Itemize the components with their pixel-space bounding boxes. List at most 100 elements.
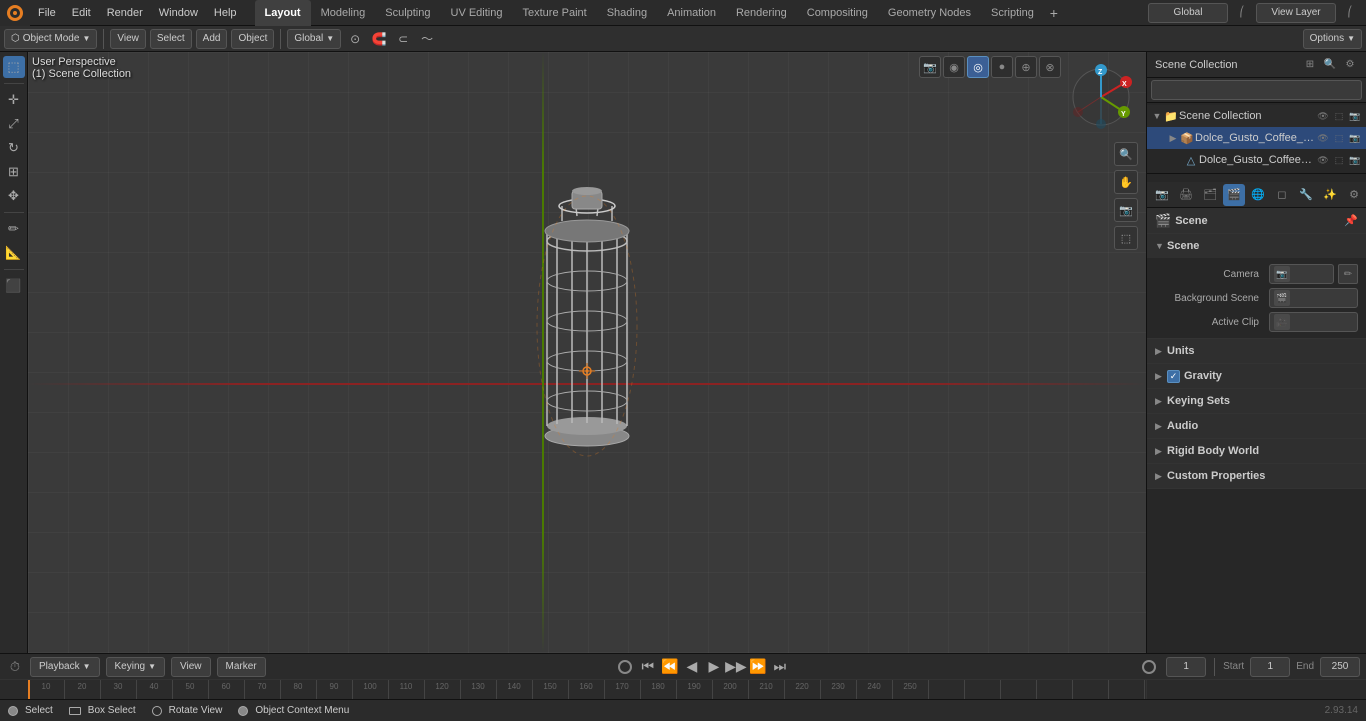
view-menu[interactable]: View [110,29,146,49]
outliner-filter-icon[interactable]: ⊞ [1302,57,1318,73]
add-menu[interactable]: Add [196,29,228,49]
next-keyframe-btn[interactable]: ⏩ [748,657,768,677]
hand-pan-icon[interactable]: ✋ [1114,170,1138,194]
props-icon-render[interactable]: 📷 [1151,184,1173,206]
snap-icon[interactable]: 🧲 [369,29,389,49]
tree-action-render[interactable]: 📷 [1348,109,1362,123]
section-audio-header[interactable]: ▶ Audio [1147,414,1366,438]
menu-file[interactable]: File [30,0,64,26]
props-icon-scene[interactable]: 🎬 [1223,184,1245,206]
tab-uv-editing[interactable]: UV Editing [441,0,513,26]
props-icon-physics[interactable]: ⚙ [1343,184,1365,206]
select-tool[interactable]: ⬚ [3,56,25,78]
coffee-action-selectable[interactable]: ⬚ [1332,131,1346,145]
scene-selector[interactable]: Global [1148,3,1228,23]
jump-end-btn[interactable]: ⏭ [770,657,790,677]
tab-geometry-nodes[interactable]: Geometry Nodes [878,0,981,26]
tab-scripting[interactable]: Scripting [981,0,1044,26]
section-rigid-body-header[interactable]: ▶ Rigid Body World [1147,439,1366,463]
play-btn[interactable]: ▶ [704,657,724,677]
camera-view-icon[interactable]: 📷 [919,56,941,78]
viewport-shading-solid[interactable]: ◉ [943,56,965,78]
rotate-tool[interactable]: ↻ [3,137,25,159]
section-keying-header[interactable]: ▶ Keying Sets [1147,389,1366,413]
status-context-menu[interactable]: Object Context Menu [238,705,349,716]
viewport-overlays[interactable]: ⊕ [1015,56,1037,78]
mesh-action-render[interactable]: 📷 [1348,153,1362,167]
object-menu[interactable]: Object [231,29,274,49]
camera-field[interactable]: 📷 [1269,264,1334,284]
timeline-view-menu[interactable]: View [171,657,211,677]
props-icon-view[interactable]: 🗂 [1199,184,1221,206]
proportional-icon[interactable]: ⊂ [393,29,413,49]
viewport-gizmos[interactable]: ⊗ [1039,56,1061,78]
object-properties-icon[interactable]: ⬚ [1114,226,1138,250]
playhead[interactable] [28,680,30,699]
move-tool[interactable]: ⤢ [3,113,25,135]
navigation-gizmo[interactable]: X Y Z [1066,62,1136,135]
measure-tool[interactable]: 📐 [3,242,25,264]
section-custom-props-header[interactable]: ▶ Custom Properties [1147,464,1366,488]
menu-help[interactable]: Help [206,0,245,26]
zoom-in-icon[interactable]: 🔍 [1114,142,1138,166]
prev-frame-btn[interactable]: ◀ [682,657,702,677]
coffee-action-visible[interactable]: 👁 [1316,131,1330,145]
background-scene-field[interactable]: 🎬 [1269,288,1358,308]
options-button[interactable]: Options ▼ [1303,29,1362,49]
viewport-shading-material[interactable]: ◎ [967,56,989,78]
coffee-action-render[interactable]: 📷 [1348,131,1362,145]
props-icon-world[interactable]: 🌐 [1247,184,1269,206]
curve-icon[interactable]: 〜 [417,29,437,49]
viewport[interactable]: User Perspective (1) Scene Collection 📷 … [28,52,1146,653]
status-box-select[interactable]: Box Select [69,705,136,716]
cursor-tool[interactable]: ✛ [3,89,25,111]
tree-action-selectable[interactable]: ⬚ [1332,109,1346,123]
transform-tool[interactable]: ✥ [3,185,25,207]
menu-edit[interactable]: Edit [64,0,99,26]
section-scene-header[interactable]: ▼ Scene [1147,234,1366,258]
sync-icon[interactable] [618,660,632,674]
outliner-search-icon[interactable]: 🔍 [1322,57,1338,73]
camera-icon[interactable]: 📷 [1114,198,1138,222]
tree-arrow-root[interactable]: ▼ [1151,110,1163,122]
tab-sculpting[interactable]: Sculpting [375,0,440,26]
props-icon-particles[interactable]: ✨ [1319,184,1341,206]
menu-render[interactable]: Render [99,0,151,26]
viewport-canvas[interactable]: User Perspective (1) Scene Collection 📷 … [28,52,1146,653]
mesh-action-selectable[interactable]: ⬚ [1332,153,1346,167]
tab-compositing[interactable]: Compositing [797,0,878,26]
tab-animation[interactable]: Animation [657,0,726,26]
view-layer-selector[interactable]: View Layer [1256,3,1336,23]
tab-texture-paint[interactable]: Texture Paint [512,0,596,26]
props-icon-output[interactable]: 🖨 [1175,184,1197,206]
props-icon-object[interactable]: ◻ [1271,184,1293,206]
camera-edit-btn[interactable]: ✏ [1338,264,1358,284]
status-select[interactable]: Select [8,705,53,716]
tree-item-root[interactable]: ▼ 📁 Scene Collection 👁 ⬚ 📷 [1147,105,1366,127]
tab-modeling[interactable]: Modeling [311,0,376,26]
add-cube-tool[interactable]: ⬛ [3,275,25,297]
viewport-shading-render[interactable]: ● [991,56,1013,78]
start-frame-field[interactable]: 1 [1250,657,1290,677]
active-clip-field[interactable]: 🎥 [1269,312,1358,332]
section-gravity-header[interactable]: ▶ Gravity [1147,364,1366,388]
tree-item-mesh[interactable]: △ Dolce_Gusto_Coffee_Mac 👁 ⬚ 📷 [1147,149,1366,171]
current-frame-field[interactable]: 1 [1166,657,1206,677]
next-frame-btn[interactable]: ▶▶ [726,657,746,677]
marker-menu[interactable]: Marker [217,657,266,677]
tab-shading[interactable]: Shading [597,0,657,26]
tab-rendering[interactable]: Rendering [726,0,797,26]
keying-menu[interactable]: Keying ▼ [106,657,166,677]
add-workspace-button[interactable]: + [1044,3,1064,23]
tree-action-visible[interactable]: 👁 [1316,109,1330,123]
tree-arrow-coffee[interactable]: ▶ [1167,132,1179,144]
pivot-icon[interactable]: ⊙ [345,29,365,49]
jump-start-btn[interactable]: ⏮ [638,657,658,677]
playback-menu[interactable]: Playback ▼ [30,657,100,677]
gravity-checkbox[interactable] [1167,370,1180,383]
outliner-settings-icon[interactable]: ⚙ [1342,57,1358,73]
tab-layout[interactable]: Layout [255,0,311,26]
transform-orientation[interactable]: Global ▼ [287,29,341,49]
time-indicator[interactable] [1142,660,1156,674]
top-right-icon2[interactable]: ⎛ [1340,3,1360,23]
